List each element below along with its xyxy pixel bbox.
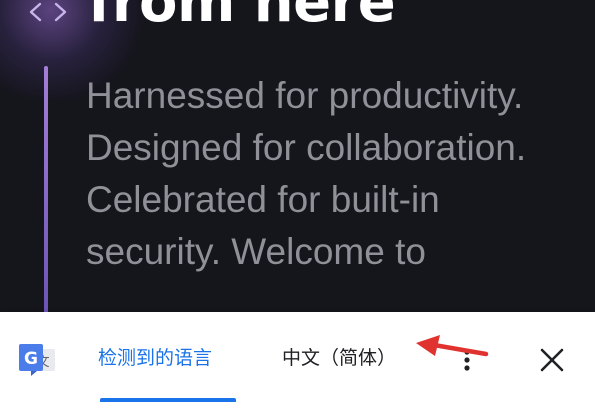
translate-bar: 文 G 检测到的语言 中文（简体） <box>0 312 595 408</box>
hero-body-text: Harnessed for productivity. Designed for… <box>86 75 527 272</box>
code-icon <box>29 2 67 22</box>
close-icon[interactable] <box>536 344 568 376</box>
tab-selected-indicator <box>100 398 236 402</box>
hero-heading: from here <box>88 0 396 35</box>
website-hero: from here Harnessed for productivity. De… <box>0 0 595 312</box>
google-translate-icon[interactable]: 文 G <box>17 338 61 382</box>
tab-detected-language[interactable]: 检测到的语言 <box>98 342 212 374</box>
svg-text:G: G <box>24 349 38 369</box>
tab-chinese-simplified[interactable]: 中文（简体） <box>282 342 396 374</box>
red-arrow-icon <box>416 335 489 357</box>
accent-bar <box>44 66 48 312</box>
